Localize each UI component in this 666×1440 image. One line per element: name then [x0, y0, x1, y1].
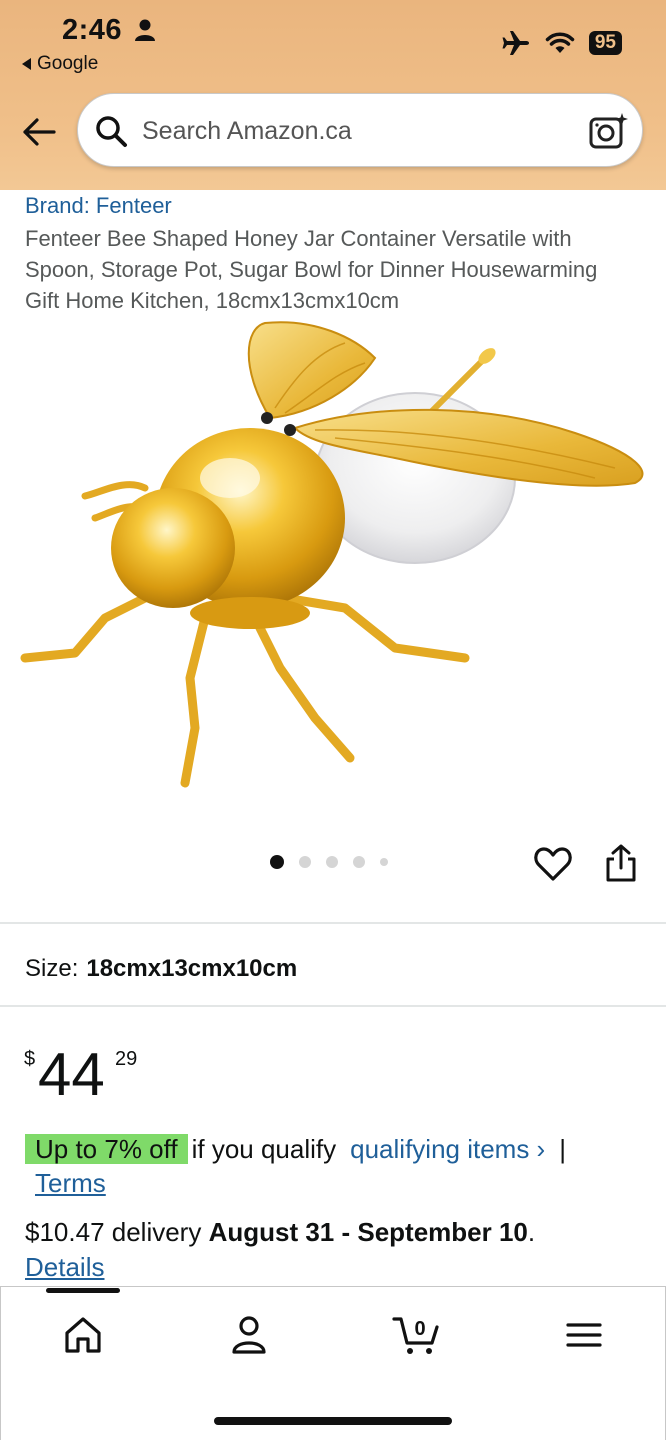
account-icon[interactable]	[227, 1313, 271, 1357]
person-icon	[135, 19, 155, 41]
search-icon	[96, 116, 127, 147]
carousel-dot[interactable]	[353, 856, 365, 868]
battery-indicator: 95	[588, 31, 622, 55]
back-to-app-link[interactable]: Google	[22, 53, 98, 75]
home-indicator[interactable]	[214, 1417, 452, 1425]
terms-link[interactable]: Terms	[35, 1168, 106, 1199]
cart-count: 0	[414, 1318, 425, 1340]
price-symbol: $	[24, 1048, 36, 1070]
status-time: 2:46	[62, 14, 123, 46]
price-cents: 29	[115, 1048, 138, 1070]
size-value: 18cmx13cmx10cm	[86, 955, 298, 982]
delivery-period: .	[527, 1217, 536, 1247]
delivery-dates: August 31 - September 10	[208, 1217, 528, 1247]
menu-icon[interactable]	[562, 1313, 606, 1357]
size-label: Size:	[25, 955, 79, 982]
carousel-dot[interactable]	[326, 856, 338, 868]
back-app-label: Google	[37, 53, 99, 74]
image-carousel-dots[interactable]	[270, 855, 388, 869]
promo-badge: Up to 7% off	[25, 1134, 188, 1164]
home-icon[interactable]	[61, 1313, 105, 1357]
details-link[interactable]: Details	[25, 1252, 104, 1283]
promo-separator: |	[559, 1134, 566, 1164]
camera-search-icon[interactable]	[588, 111, 628, 151]
carousel-dot[interactable]	[299, 856, 311, 868]
divider	[0, 922, 666, 924]
promo-row: Up to 7% off if you qualify qualifying ite…	[25, 1133, 566, 1165]
delivery-info: $10.47 delivery August 31 - September 10…	[25, 1217, 535, 1248]
heart-icon[interactable]	[533, 844, 573, 884]
back-arrow-icon[interactable]	[20, 113, 58, 151]
qualifying-items-link[interactable]: qualifying items ›	[350, 1134, 545, 1164]
delivery-price: $10.47 delivery	[25, 1217, 202, 1247]
search-bar[interactable]: Search Amazon.ca	[77, 93, 643, 167]
promo-text: if you qualify	[191, 1134, 337, 1164]
brand-link[interactable]: Brand: Fenteer	[25, 193, 172, 219]
divider	[0, 1005, 666, 1007]
active-tab-indicator	[46, 1288, 120, 1293]
cart-icon[interactable]: 0	[392, 1313, 442, 1357]
search-input[interactable]: Search Amazon.ca	[142, 117, 352, 146]
airplane-icon	[502, 31, 529, 55]
size-selector[interactable]: Size: 18cmx13cmx10cm	[25, 955, 297, 983]
back-triangle-icon	[22, 58, 31, 70]
price-whole: 44	[38, 1041, 105, 1108]
product-title: Fenteer Bee Shaped Honey Jar Container V…	[25, 226, 598, 313]
carousel-dot[interactable]	[270, 855, 284, 869]
product-image[interactable]	[15, 318, 655, 798]
carousel-dot[interactable]	[380, 858, 388, 866]
share-icon[interactable]	[603, 843, 639, 883]
wifi-icon	[545, 32, 575, 53]
status-icons: 95	[501, 30, 622, 56]
